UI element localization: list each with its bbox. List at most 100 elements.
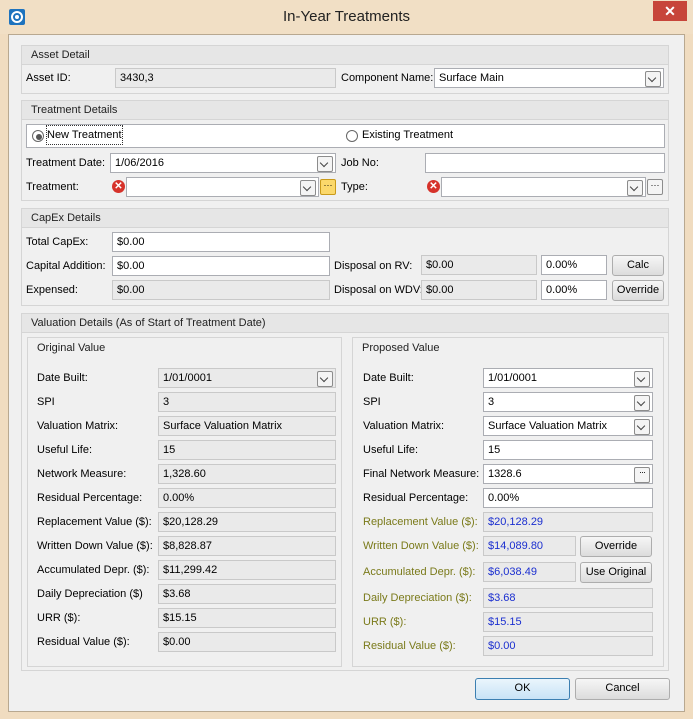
treatment-date-label: Treatment Date: (26, 157, 106, 169)
orig-useful-life-label: Useful Life: (37, 444, 93, 456)
chevron-down-icon (317, 371, 333, 387)
treatment-details-header: Treatment Details (22, 101, 668, 120)
chevron-down-icon[interactable] (634, 419, 650, 435)
chevron-down-icon[interactable] (634, 371, 650, 387)
prop-daily-label: Daily Depreciation ($): (363, 592, 472, 604)
component-name-dropdown[interactable]: Surface Main (434, 68, 664, 88)
prop-matrix-dropdown[interactable]: Surface Valuation Matrix (483, 416, 653, 436)
orig-accum-label: Accumulated Depr. ($): (37, 564, 150, 576)
orig-wdv-label: Written Down Value ($): (37, 540, 153, 552)
prop-network-value: 1328.6 (488, 468, 522, 480)
orig-urr-field: $15.15 (158, 608, 336, 628)
use-original-button[interactable]: Use Original (580, 562, 652, 583)
disposal-wdv-field: $0.00 (421, 280, 537, 300)
ok-button[interactable]: OK (475, 678, 570, 700)
type-dropdown[interactable] (441, 177, 646, 197)
prop-date-built-field[interactable]: 1/01/0001 (483, 368, 653, 388)
orig-daily-field: $3.68 (158, 584, 336, 604)
expensed-label: Expensed: (26, 284, 78, 296)
prop-replacement-label: Replacement Value ($): (363, 516, 478, 528)
disposal-wdv-percent-field[interactable]: 0.00% (541, 280, 607, 300)
orig-replacement-field: $20,128.29 (158, 512, 336, 532)
prop-residual-value-field: $0.00 (483, 636, 653, 656)
existing-treatment-label[interactable]: Existing Treatment (362, 126, 453, 144)
treatment-date-value: 1/06/2016 (115, 157, 164, 169)
prop-residual-value-label: Residual Value ($): (363, 640, 456, 652)
prop-spi-value: 3 (488, 396, 495, 408)
prop-network-field[interactable]: 1328.6 ··· (483, 464, 653, 484)
chevron-down-icon[interactable] (645, 71, 661, 87)
prop-matrix-label: Valuation Matrix: (363, 420, 445, 432)
orig-spi-label: SPI (37, 396, 55, 408)
prop-spi-dropdown[interactable]: 3 (483, 392, 653, 412)
prop-useful-life-label: Useful Life: (363, 444, 419, 456)
close-button[interactable]: ✕ (653, 1, 687, 21)
orig-useful-life-field: 15 (158, 440, 336, 460)
prop-date-built-value: 1/01/0001 (488, 372, 537, 384)
proposed-value-title: Proposed Value (362, 342, 440, 354)
asset-id-field: 3430,3 (115, 68, 336, 88)
prop-accum-field: $6,038.49 (483, 562, 576, 582)
prop-daily-field: $3.68 (483, 588, 653, 608)
orig-network-field: 1,328.60 (158, 464, 336, 484)
error-icon: ✕ (427, 180, 440, 193)
disposal-rv-percent-field[interactable]: 0.00% (541, 255, 607, 275)
orig-network-label: Network Measure: (37, 468, 127, 480)
total-capex-label: Total CapEx: (26, 236, 89, 248)
prop-wdv-field: $14,089.80 (483, 536, 576, 556)
chevron-down-icon[interactable] (300, 180, 316, 196)
expensed-field: $0.00 (112, 280, 330, 300)
prop-urr-field: $15.15 (483, 612, 653, 632)
chevron-down-icon[interactable] (634, 395, 650, 411)
capex-override-button[interactable]: Override (612, 280, 664, 301)
orig-accum-field: $11,299.42 (158, 560, 336, 580)
orig-residual-value-field: $0.00 (158, 632, 336, 652)
valuation-details-header: Valuation Details (As of Start of Treatm… (22, 314, 668, 333)
disposal-rv-field: $0.00 (421, 255, 537, 275)
job-no-field[interactable] (425, 153, 665, 173)
treatment-label: Treatment: (26, 181, 79, 193)
original-value-title: Original Value (37, 342, 106, 354)
prop-wdv-label: Written Down Value ($): (363, 540, 479, 552)
new-treatment-radio[interactable] (32, 130, 44, 142)
type-browse-button[interactable]: ··· (647, 179, 663, 195)
prop-date-built-label: Date Built: (363, 372, 414, 384)
prop-residual-pct-field[interactable]: 0.00% (483, 488, 653, 508)
capital-addition-field[interactable]: $0.00 (112, 256, 330, 276)
orig-residual-pct-field: 0.00% (158, 488, 336, 508)
ellipsis-icon[interactable]: ··· (634, 467, 650, 483)
type-label: Type: (341, 181, 368, 193)
component-name-label: Component Name: (341, 72, 434, 84)
disposal-wdv-label: Disposal on WDV: (334, 284, 423, 296)
asset-detail-header: Asset Detail (22, 46, 668, 65)
error-icon: ✕ (112, 180, 125, 193)
treatment-dropdown[interactable] (126, 177, 319, 197)
component-name-value: Surface Main (439, 72, 504, 84)
orig-replacement-label: Replacement Value ($): (37, 516, 152, 528)
chevron-down-icon[interactable] (317, 156, 333, 172)
orig-matrix-label: Valuation Matrix: (37, 420, 119, 432)
prop-accum-label: Accumulated Depr. ($): (363, 566, 476, 578)
treatment-browse-button[interactable]: ··· (320, 179, 336, 195)
window-title: In-Year Treatments (282, 8, 410, 25)
cancel-button[interactable]: Cancel (575, 678, 670, 700)
orig-residual-pct-label: Residual Percentage: (37, 492, 143, 504)
prop-replacement-field: $20,128.29 (483, 512, 653, 532)
existing-treatment-radio[interactable] (346, 130, 358, 142)
orig-urr-label: URR ($): (37, 612, 81, 624)
orig-wdv-field: $8,828.87 (158, 536, 336, 556)
total-capex-field[interactable]: $0.00 (112, 232, 330, 252)
orig-date-built-field: 1/01/0001 (158, 368, 336, 388)
new-treatment-label[interactable]: New Treatment (46, 125, 123, 145)
orig-spi-field: 3 (158, 392, 336, 412)
chevron-down-icon[interactable] (627, 180, 643, 196)
disposal-rv-label: Disposal on RV: (334, 260, 413, 272)
calc-button[interactable]: Calc (612, 255, 664, 276)
treatment-date-field[interactable]: 1/06/2016 (110, 153, 336, 173)
prop-useful-life-field[interactable]: 15 (483, 440, 653, 460)
prop-matrix-value: Surface Valuation Matrix (488, 420, 608, 432)
prop-network-label: Final Network Measure: (363, 468, 480, 480)
orig-daily-label: Daily Depreciation ($) (37, 588, 143, 600)
valuation-override-button[interactable]: Override (580, 536, 652, 557)
orig-residual-value-label: Residual Value ($): (37, 636, 130, 648)
